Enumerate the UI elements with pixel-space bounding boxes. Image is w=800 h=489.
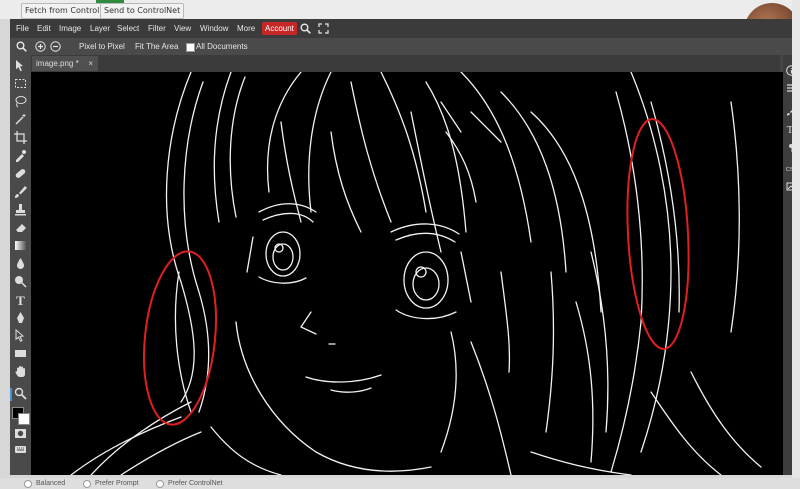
move-icon[interactable]	[14, 59, 27, 72]
top-strip: Fetch from ControlNet Send to ControlNet	[0, 0, 800, 19]
document-tab[interactable]: image.png * ×	[32, 56, 98, 71]
menu-bar: File Edit Image Layer Select Filter View…	[10, 19, 800, 38]
path-select-icon[interactable]	[14, 329, 27, 342]
menu-filter[interactable]: Filter	[148, 19, 166, 38]
document-tab-bar: image.png * ×	[10, 55, 780, 72]
photo-editor: File Edit Image Layer Select Filter View…	[10, 19, 800, 475]
page-scrollbar-area	[792, 0, 800, 489]
eyedropper-icon[interactable]	[14, 149, 27, 162]
brush-icon[interactable]	[14, 185, 27, 198]
zoom-tool-icon	[16, 41, 27, 52]
fullscreen-icon[interactable]	[318, 23, 329, 34]
account-button[interactable]: Account	[262, 22, 297, 35]
lasso-icon[interactable]	[14, 95, 27, 108]
menu-select[interactable]: Select	[117, 19, 139, 38]
menu-view[interactable]: View	[174, 19, 191, 38]
shape-icon[interactable]	[14, 347, 27, 360]
hand-icon[interactable]	[14, 365, 27, 378]
blur-icon[interactable]	[14, 257, 27, 270]
fit-the-area-button[interactable]: Fit The Area	[135, 38, 178, 55]
document-tab-name: image.png *	[36, 59, 79, 68]
menu-more[interactable]: More	[237, 19, 255, 38]
svg-text:T: T	[16, 293, 25, 306]
zoom-out-icon[interactable]	[50, 41, 61, 52]
balanced-label: Balanced	[36, 480, 66, 487]
pen-icon[interactable]	[14, 311, 27, 324]
all-documents-label: All Documents	[196, 42, 248, 51]
all-documents-checkbox[interactable]	[186, 43, 195, 52]
menu-file[interactable]: File	[16, 19, 29, 38]
zoom-in-icon[interactable]	[35, 41, 46, 52]
tools-panel: T	[10, 55, 31, 475]
background-color-swatch[interactable]	[18, 413, 30, 425]
keyboard-icon[interactable]	[14, 443, 27, 456]
marquee-icon[interactable]	[14, 77, 27, 90]
send-to-controlnet-button[interactable]: Send to ControlNet	[100, 3, 185, 19]
prefer-controlnet-label: Prefer ControlNet	[168, 480, 223, 487]
menu-layer[interactable]: Layer	[90, 19, 110, 38]
gradient-icon[interactable]	[14, 239, 27, 252]
balanced-radio[interactable]	[24, 480, 32, 488]
eraser-icon[interactable]	[14, 221, 27, 234]
healing-icon[interactable]	[14, 167, 27, 180]
type-icon[interactable]: T	[14, 293, 27, 306]
menu-edit[interactable]: Edit	[37, 19, 51, 38]
pixel-to-pixel-button[interactable]: Pixel to Pixel	[79, 38, 125, 55]
crop-icon[interactable]	[14, 131, 27, 144]
control-mode-bar: Balanced Prefer Prompt Prefer ControlNet	[0, 478, 800, 489]
prefer-prompt-radio[interactable]	[83, 480, 91, 488]
canvas[interactable]	[31, 72, 783, 475]
close-tab-icon[interactable]: ×	[88, 56, 93, 71]
zoom-icon[interactable]	[14, 387, 27, 400]
quick-mask-icon[interactable]	[14, 427, 27, 440]
search-icon[interactable]	[300, 23, 311, 34]
prefer-prompt-label: Prefer Prompt	[95, 480, 139, 487]
prefer-controlnet-radio[interactable]	[156, 480, 164, 488]
menu-image[interactable]: Image	[59, 19, 81, 38]
active-tool-indicator	[10, 388, 12, 401]
stamp-icon[interactable]	[14, 203, 27, 216]
menu-window[interactable]: Window	[200, 19, 228, 38]
dodge-icon[interactable]	[14, 275, 27, 288]
magic-wand-icon[interactable]	[14, 113, 27, 126]
line-art-image	[70, 72, 762, 475]
options-bar: Pixel to Pixel Fit The Area All Document…	[10, 38, 800, 55]
